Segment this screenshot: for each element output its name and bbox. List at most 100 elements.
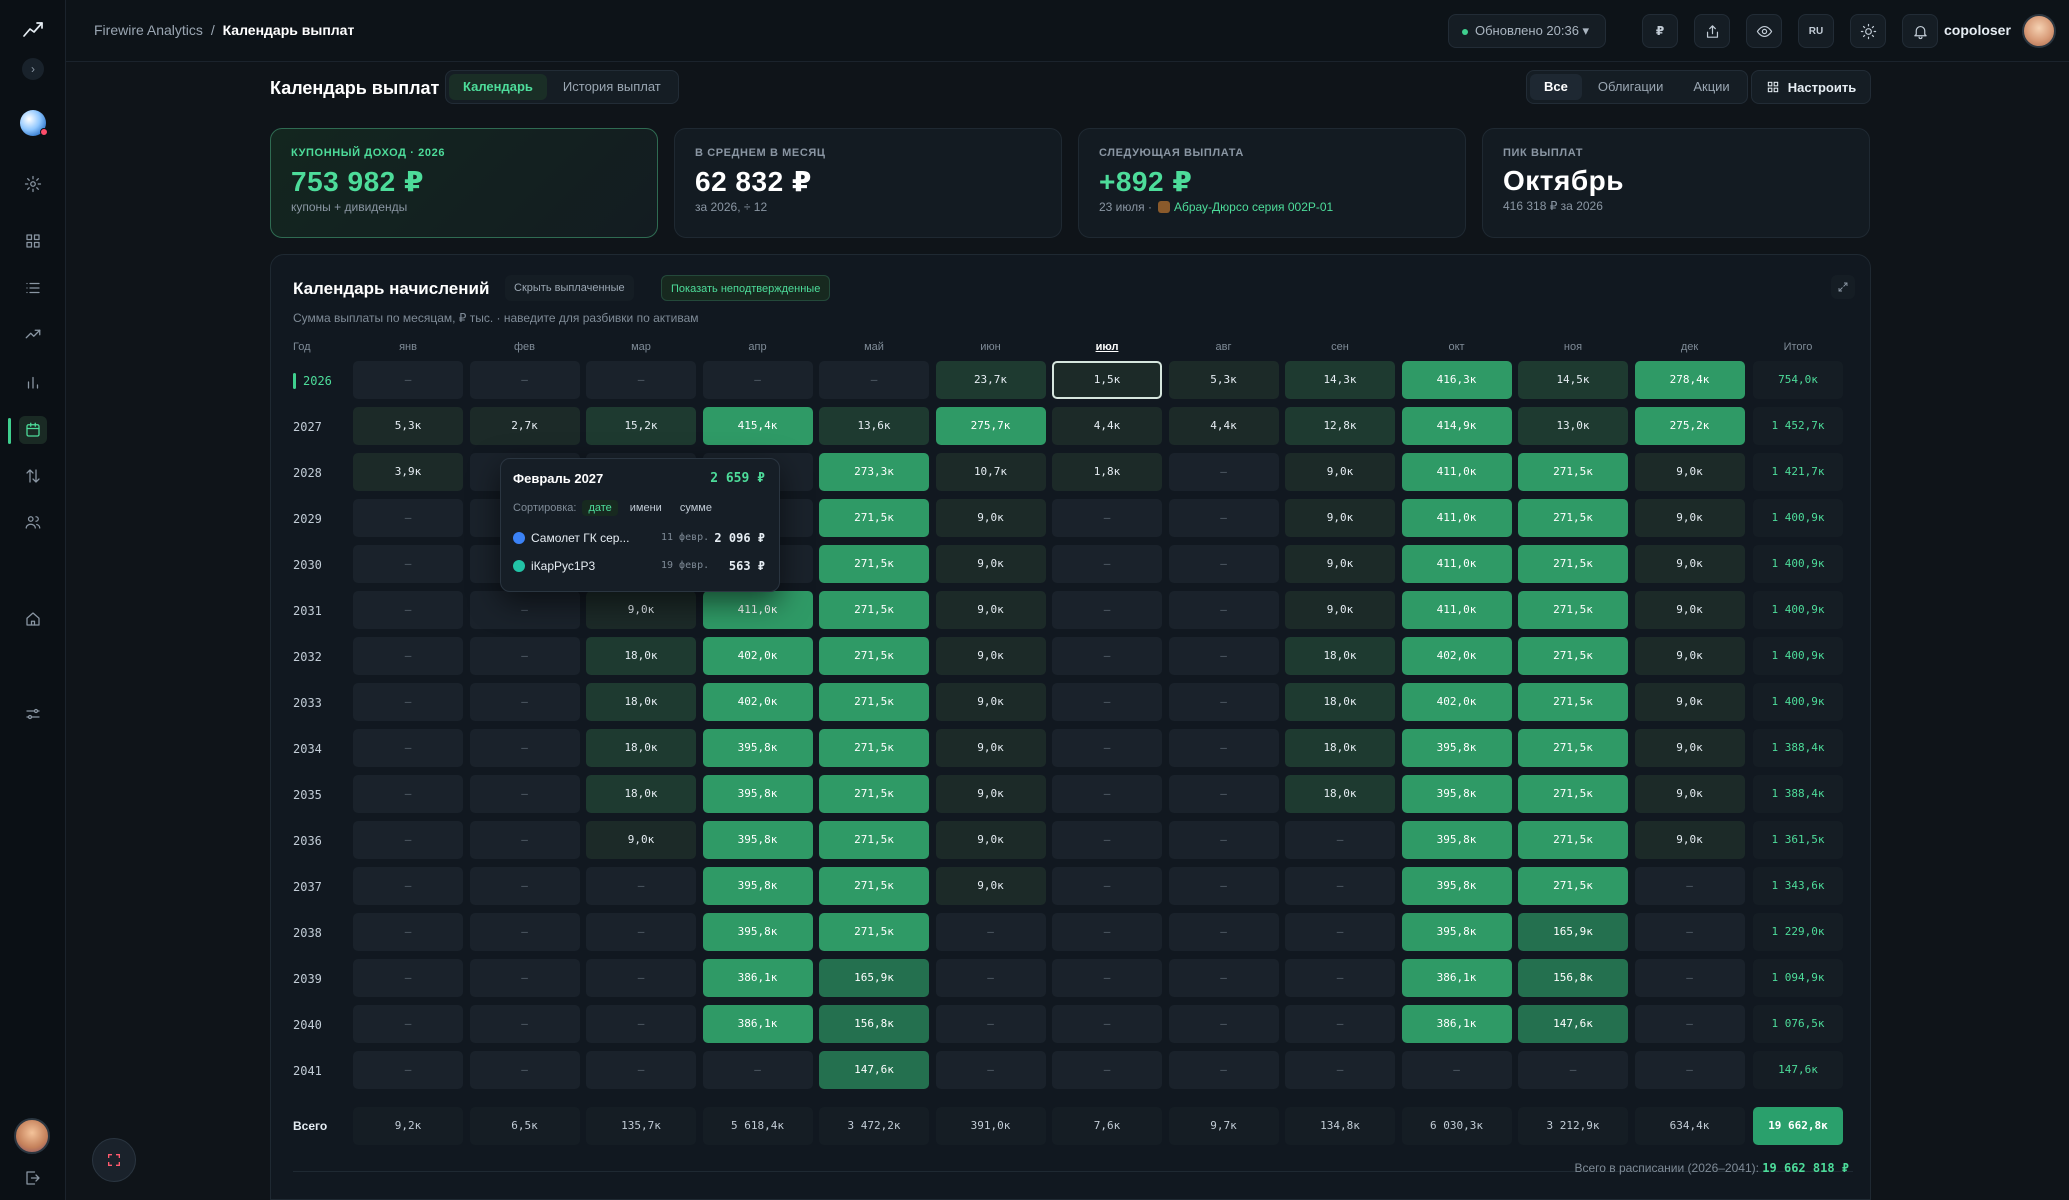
- calendar-cell[interactable]: 271,5к: [819, 821, 929, 859]
- calendar-cell[interactable]: 18,0к: [586, 775, 696, 813]
- calendar-cell[interactable]: 147,6к: [819, 1051, 929, 1089]
- calendar-cell[interactable]: –: [702, 361, 813, 399]
- calendar-cell[interactable]: 275,2к: [1634, 407, 1745, 445]
- calendar-cell[interactable]: 271,5к: [1518, 637, 1628, 675]
- calendar-cell[interactable]: 9,0к: [1634, 499, 1745, 537]
- calendar-cell[interactable]: 9,0к: [935, 499, 1046, 537]
- calendar-cell[interactable]: 18,0к: [586, 683, 696, 721]
- calendar-cell[interactable]: 13,6к: [819, 407, 929, 445]
- hide-paid-toggle[interactable]: Скрыть выплаченные: [505, 275, 634, 301]
- calendar-cell[interactable]: –: [1634, 1005, 1745, 1043]
- tab-calendar[interactable]: Календарь: [449, 74, 547, 100]
- calendar-cell[interactable]: 411,0к: [1401, 545, 1512, 583]
- calendar-cell[interactable]: 271,5к: [1518, 821, 1628, 859]
- calendar-cell[interactable]: –: [819, 361, 929, 399]
- user-avatar[interactable]: [2022, 14, 2056, 48]
- calendar-cell[interactable]: 402,0к: [1401, 683, 1512, 721]
- calendar-cell[interactable]: –: [1052, 959, 1162, 997]
- calendar-cell[interactable]: 18,0к: [586, 729, 696, 767]
- calendar-cell[interactable]: 395,8к: [702, 913, 813, 951]
- fullscreen-button[interactable]: [92, 1138, 136, 1182]
- tab-payout-history[interactable]: История выплат: [549, 74, 675, 100]
- calendar-cell[interactable]: –: [935, 1005, 1046, 1043]
- calendar-cell[interactable]: 9,0к: [586, 591, 696, 629]
- calendar-cell[interactable]: –: [353, 729, 463, 767]
- calendar-cell[interactable]: –: [469, 1005, 580, 1043]
- calendar-cell[interactable]: 271,5к: [1518, 683, 1628, 721]
- calendar-cell[interactable]: –: [1634, 913, 1745, 951]
- filter-all[interactable]: Все: [1530, 74, 1582, 100]
- calendar-cell[interactable]: 1,5к: [1052, 361, 1162, 399]
- users-icon[interactable]: [19, 508, 47, 536]
- calendar-cell[interactable]: –: [353, 1051, 463, 1089]
- calendar-cell[interactable]: –: [353, 913, 463, 951]
- calendar-cell[interactable]: 395,8к: [1401, 867, 1512, 905]
- sort-by-amount[interactable]: сумме: [674, 500, 718, 516]
- calendar-cell[interactable]: –: [469, 775, 580, 813]
- calendar-cell[interactable]: 9,0к: [1634, 591, 1745, 629]
- calendar-cell[interactable]: 271,5к: [1518, 729, 1628, 767]
- calendar-cell[interactable]: 18,0к: [586, 637, 696, 675]
- currency-button[interactable]: ₽: [1642, 14, 1678, 48]
- calendar-cell[interactable]: 4,4к: [1168, 407, 1279, 445]
- calendar-cell[interactable]: 271,5к: [1518, 499, 1628, 537]
- calendar-cell[interactable]: 395,8к: [702, 867, 813, 905]
- calendar-cell[interactable]: 5,3к: [353, 407, 463, 445]
- expand-button[interactable]: [1831, 275, 1855, 299]
- calendar-cell[interactable]: 414,9к: [1401, 407, 1512, 445]
- calendar-cell[interactable]: –: [1168, 545, 1279, 583]
- calendar-cell[interactable]: –: [353, 591, 463, 629]
- calendar-cell[interactable]: –: [1285, 959, 1395, 997]
- username[interactable]: copoloser: [1944, 22, 2011, 38]
- sidebar-collapse-button[interactable]: ›: [22, 58, 44, 80]
- calendar-cell[interactable]: –: [353, 545, 463, 583]
- calendar-cell[interactable]: 395,8к: [1401, 821, 1512, 859]
- calendar-cell[interactable]: 4,4к: [1052, 407, 1162, 445]
- calendar-cell[interactable]: –: [1634, 867, 1745, 905]
- calendar-cell[interactable]: –: [353, 821, 463, 859]
- calendar-cell[interactable]: –: [469, 683, 580, 721]
- calendar-cell[interactable]: –: [1052, 637, 1162, 675]
- calendar-cell[interactable]: –: [1168, 913, 1279, 951]
- calendar-cell[interactable]: –: [586, 361, 696, 399]
- calendar-cell[interactable]: –: [353, 499, 463, 537]
- calendar-cell[interactable]: –: [1285, 1005, 1395, 1043]
- calendar-cell[interactable]: 395,8к: [702, 729, 813, 767]
- calendar-cell[interactable]: –: [469, 591, 580, 629]
- calendar-cell[interactable]: 386,1к: [702, 959, 813, 997]
- calendar-cell[interactable]: 14,5к: [1518, 361, 1628, 399]
- calendar-cell[interactable]: 395,8к: [702, 821, 813, 859]
- list-icon[interactable]: [19, 274, 47, 302]
- updated-dropdown[interactable]: Обновлено 20:36 ▾: [1448, 14, 1607, 48]
- calendar-cell[interactable]: 411,0к: [1401, 591, 1512, 629]
- calendar-cell[interactable]: –: [469, 913, 580, 951]
- calendar-cell[interactable]: 1,8к: [1052, 453, 1162, 491]
- calendar-cell[interactable]: 395,8к: [1401, 775, 1512, 813]
- calendar-cell[interactable]: 271,5к: [1518, 591, 1628, 629]
- calendar-cell[interactable]: 395,8к: [702, 775, 813, 813]
- calendar-cell[interactable]: –: [469, 729, 580, 767]
- calendar-cell[interactable]: –: [1168, 591, 1279, 629]
- calendar-cell[interactable]: 402,0к: [702, 637, 813, 675]
- calendar-cell[interactable]: 275,7к: [935, 407, 1046, 445]
- calendar-cell[interactable]: –: [935, 1051, 1046, 1089]
- calendar-cell[interactable]: 402,0к: [1401, 637, 1512, 675]
- calendar-cell[interactable]: –: [1052, 591, 1162, 629]
- calendar-cell[interactable]: 271,5к: [1518, 545, 1628, 583]
- calendar-cell[interactable]: 5,3к: [1168, 361, 1279, 399]
- calendar-cell[interactable]: 278,4к: [1634, 361, 1745, 399]
- calendar-icon[interactable]: [19, 416, 47, 444]
- calendar-cell[interactable]: 165,9к: [819, 959, 929, 997]
- calendar-cell[interactable]: 386,1к: [1401, 959, 1512, 997]
- calendar-cell[interactable]: –: [1401, 1051, 1512, 1089]
- calendar-cell[interactable]: –: [1052, 729, 1162, 767]
- calendar-cell[interactable]: –: [1168, 453, 1279, 491]
- calendar-cell[interactable]: 18,0к: [1285, 775, 1395, 813]
- calendar-cell[interactable]: 156,8к: [819, 1005, 929, 1043]
- calendar-cell[interactable]: 9,0к: [935, 591, 1046, 629]
- calendar-cell[interactable]: 271,5к: [819, 683, 929, 721]
- configure-button[interactable]: Настроить: [1751, 70, 1871, 104]
- calendar-cell[interactable]: –: [353, 683, 463, 721]
- calendar-cell[interactable]: 12,8к: [1285, 407, 1395, 445]
- tooltip-item[interactable]: Самолет ГК сер... 11 февр. 2 096 ₽: [513, 524, 767, 552]
